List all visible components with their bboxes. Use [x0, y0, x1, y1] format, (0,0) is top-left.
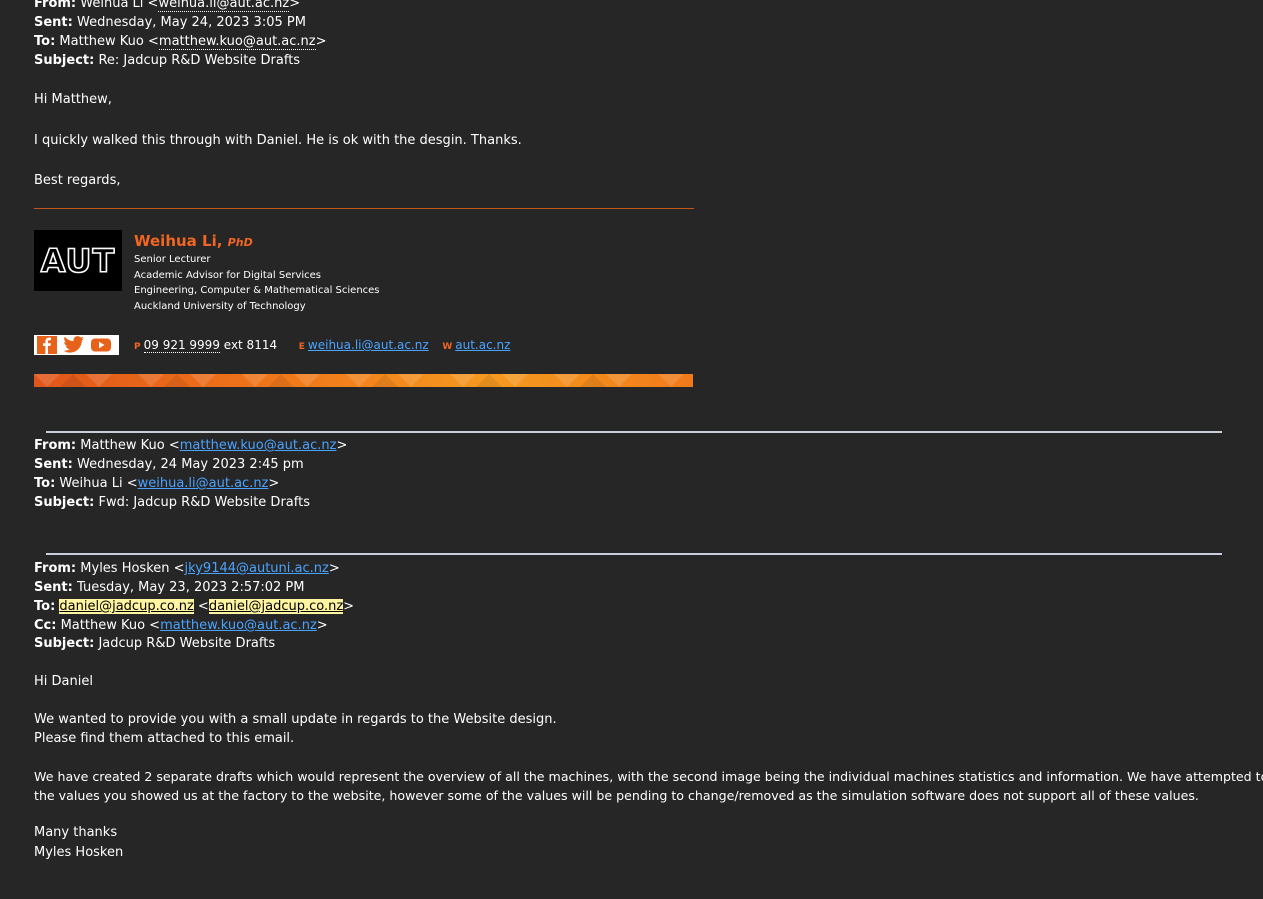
subject-label: Subject: — [34, 636, 95, 651]
sent-value: Wednesday, 24 May 2023 2:45 pm — [77, 457, 304, 472]
to-email-link[interactable]: matthew.kuo@aut.ac.nz — [158, 34, 316, 50]
email3-para1-line2: Please find them attached to this email. — [34, 731, 295, 746]
to-label: To: — [34, 599, 56, 614]
message-divider — [46, 431, 1222, 433]
sent-label: Sent: — [34, 457, 73, 472]
subject-value: Fwd: Jadcup R&D Website Drafts — [98, 495, 310, 510]
subject-value: Re: Jadcup R&D Website Drafts — [98, 53, 301, 68]
from-name: Weihua Li < — [80, 0, 159, 11]
email3-greeting: Hi Daniel — [34, 674, 93, 689]
from-label: From: — [34, 438, 77, 453]
email2-to-line: To: Weihua Li <weihua.li@aut.ac.nz> — [34, 476, 280, 491]
from-name: Matthew Kuo < — [80, 438, 180, 453]
subject-label: Subject: — [34, 495, 95, 510]
signature-degree: PhD — [227, 236, 253, 249]
message-divider — [46, 553, 1222, 555]
from-email-link[interactable]: matthew.kuo@aut.ac.nz — [180, 438, 337, 453]
email2-subject-line: Subject: Fwd: Jadcup R&D Website Drafts — [34, 493, 310, 512]
email1-body: I quickly walked this through with Danie… — [34, 133, 522, 148]
email3-para2-line1: We have created 2 separate drafts which … — [34, 769, 1263, 784]
facebook-icon[interactable] — [35, 336, 58, 354]
to-email-highlight-2[interactable]: daniel@jadcup.co.nz — [208, 599, 344, 614]
sent-value: Tuesday, May 23, 2023 2:57:02 PM — [77, 580, 305, 595]
signature-name: Weihua Li, PhD — [134, 232, 253, 250]
email3-para2-line2: the values you showed us at the factory … — [34, 788, 1199, 803]
sent-label: Sent: — [34, 15, 73, 30]
email3-signoff: Myles Hosken — [34, 845, 124, 860]
phone-link[interactable]: 09 921 9999 — [143, 338, 220, 353]
signature-divider — [34, 208, 694, 209]
twitter-icon[interactable] — [62, 336, 85, 354]
from-label: From: — [34, 0, 77, 11]
sent-label: Sent: — [34, 580, 73, 595]
email1-sent-line: Sent: Wednesday, May 24, 2023 3:05 PM — [34, 13, 306, 32]
email2-sent-line: Sent: Wednesday, 24 May 2023 2:45 pm — [34, 455, 304, 474]
email1-subject-line: Subject: Re: Jadcup R&D Website Drafts — [34, 51, 300, 70]
to-email-highlight-1[interactable]: daniel@jadcup.co.nz — [59, 599, 194, 614]
email1-from-line: From: Weihua Li <weihua.li@aut.ac.nz> — [34, 0, 300, 13]
youtube-icon[interactable] — [89, 336, 112, 354]
email3-cc-line: Cc: Matthew Kuo <matthew.kuo@aut.ac.nz> — [34, 618, 328, 633]
email1-closing: Best regards, — [34, 173, 121, 188]
signature-email-link[interactable]: weihua.li@aut.ac.nz — [308, 338, 429, 352]
logo-text: AUT — [40, 241, 116, 280]
email3-sent-line: Sent: Tuesday, May 23, 2023 2:57:02 PM — [34, 578, 305, 597]
signature-web-link[interactable]: aut.ac.nz — [455, 338, 510, 352]
cc-label: Cc: — [34, 618, 57, 633]
from-name: Myles Hosken < — [80, 561, 185, 576]
email2-from-line: From: Matthew Kuo <matthew.kuo@aut.ac.nz… — [34, 438, 348, 453]
email3-to-line: To: daniel@jadcup.co.nz <daniel@jadcup.c… — [34, 599, 355, 614]
email3-closing: Many thanks — [34, 825, 118, 840]
email1-to-line: To: Matthew Kuo <matthew.kuo@aut.ac.nz> — [34, 34, 327, 50]
signature-role: Academic Advisor for Digital Services — [134, 270, 322, 281]
web-label: W — [442, 342, 453, 352]
subject-label: Subject: — [34, 53, 95, 68]
subject-value: Jadcup R&D Website Drafts — [98, 636, 276, 651]
signature-university: Auckland University of Technology — [134, 301, 306, 312]
signature-contact-line: P 09 921 9999 ext 8114 Eweihua.li@aut.ac.… — [134, 336, 510, 357]
signature-school: Engineering, Computer & Mathematical Sci… — [134, 285, 380, 296]
from-email-link[interactable]: jky9144@autuni.ac.nz — [185, 561, 329, 576]
email1-greeting: Hi Matthew, — [34, 92, 112, 107]
phone-ext: ext 8114 — [219, 338, 278, 352]
email3-from-line: From: Myles Hosken <jky9144@autuni.ac.nz… — [34, 561, 340, 576]
to-email-link[interactable]: weihua.li@aut.ac.nz — [138, 476, 269, 491]
aut-logo: AUT — [34, 230, 122, 291]
signature-title: Senior Lecturer — [134, 254, 211, 265]
sent-value: Wednesday, May 24, 2023 3:05 PM — [77, 15, 306, 30]
to-name: Matthew Kuo < — [59, 34, 159, 49]
email3-para1-line1: We wanted to provide you with a small up… — [34, 712, 557, 727]
from-email-link[interactable]: weihua.li@aut.ac.nz — [158, 0, 290, 12]
email-label: E — [298, 342, 305, 352]
banner-pattern — [34, 374, 684, 387]
from-label: From: — [34, 561, 77, 576]
social-icons — [34, 335, 119, 355]
cc-name: Matthew Kuo < — [60, 618, 161, 633]
email3-subject-line: Subject: Jadcup R&D Website Drafts — [34, 634, 275, 653]
signature-banner — [34, 374, 693, 387]
to-name: Weihua Li < — [59, 476, 138, 491]
cc-email-link[interactable]: matthew.kuo@aut.ac.nz — [160, 618, 317, 633]
to-label: To: — [34, 476, 56, 491]
to-label: To: — [34, 34, 56, 49]
phone-label: P — [134, 342, 141, 352]
